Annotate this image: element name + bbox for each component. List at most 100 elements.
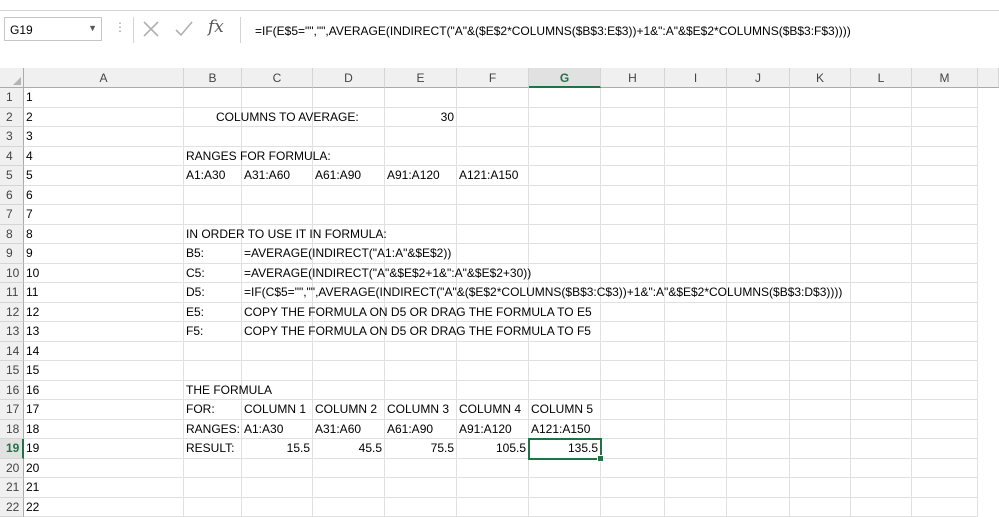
cell-h18[interactable] bbox=[601, 420, 665, 440]
cell-l14[interactable] bbox=[851, 342, 912, 362]
cell-m15[interactable] bbox=[912, 361, 978, 381]
cell-c22[interactable] bbox=[242, 498, 313, 517]
cell-a19[interactable] bbox=[24, 439, 184, 459]
cell-j7[interactable] bbox=[727, 205, 790, 225]
cell-j22[interactable] bbox=[727, 498, 790, 517]
cell-c15[interactable] bbox=[242, 361, 313, 381]
cell-g16[interactable] bbox=[529, 381, 601, 401]
cell-i6[interactable] bbox=[665, 186, 727, 206]
cell-i16[interactable] bbox=[665, 381, 727, 401]
cell-c6[interactable] bbox=[242, 186, 313, 206]
cell-l10[interactable] bbox=[851, 264, 912, 284]
cell-m11[interactable] bbox=[912, 283, 978, 303]
cell-l6[interactable] bbox=[851, 186, 912, 206]
cell-d14[interactable] bbox=[313, 342, 385, 362]
cell-e7[interactable] bbox=[385, 205, 457, 225]
cell-h16[interactable] bbox=[601, 381, 665, 401]
cell-j4[interactable] bbox=[727, 147, 790, 167]
cell-g21[interactable] bbox=[529, 478, 601, 498]
column-header-c[interactable]: C bbox=[242, 68, 313, 88]
cell-d20[interactable] bbox=[313, 459, 385, 479]
cell-j18[interactable] bbox=[727, 420, 790, 440]
column-header-j[interactable]: J bbox=[727, 68, 790, 88]
cell-i12[interactable] bbox=[665, 303, 727, 323]
cell-d15[interactable] bbox=[313, 361, 385, 381]
cell-h7[interactable] bbox=[601, 205, 665, 225]
cell-i13[interactable] bbox=[665, 322, 727, 342]
row-header-20[interactable]: 20 bbox=[0, 459, 24, 479]
row-header-16[interactable]: 16 bbox=[0, 381, 24, 401]
cell-a21[interactable] bbox=[24, 478, 184, 498]
row-header-10[interactable]: 10 bbox=[0, 264, 24, 284]
cell-a7[interactable] bbox=[24, 205, 184, 225]
cell-l1[interactable] bbox=[851, 88, 912, 108]
column-header-b[interactable]: B bbox=[184, 68, 242, 88]
cell-h8[interactable] bbox=[601, 225, 665, 245]
vertical-dots-icon[interactable]: ⋮ bbox=[114, 21, 126, 33]
cell-a18[interactable] bbox=[24, 420, 184, 440]
cell-f4[interactable] bbox=[457, 147, 529, 167]
row-header-15[interactable]: 15 bbox=[0, 361, 24, 381]
cell-l5[interactable] bbox=[851, 166, 912, 186]
cell-i1[interactable] bbox=[665, 88, 727, 108]
cell-l4[interactable] bbox=[851, 147, 912, 167]
cell-i8[interactable] bbox=[665, 225, 727, 245]
cell-m2[interactable] bbox=[912, 108, 978, 128]
cell-g8[interactable] bbox=[529, 225, 601, 245]
cell-a12[interactable] bbox=[24, 303, 184, 323]
cell-d3[interactable] bbox=[313, 127, 385, 147]
cell-g1[interactable] bbox=[529, 88, 601, 108]
cell-j9[interactable] bbox=[727, 244, 790, 264]
cell-a16[interactable] bbox=[24, 381, 184, 401]
cell-g4[interactable] bbox=[529, 147, 601, 167]
cell-l20[interactable] bbox=[851, 459, 912, 479]
cancel-icon[interactable] bbox=[140, 17, 162, 41]
row-header-1[interactable]: 1 bbox=[0, 88, 24, 108]
cell-g10[interactable] bbox=[529, 264, 601, 284]
cell-h21[interactable] bbox=[601, 478, 665, 498]
column-header-a[interactable]: A bbox=[24, 68, 184, 88]
row-header-19[interactable]: 19 bbox=[0, 439, 24, 459]
cell-k6[interactable] bbox=[790, 186, 851, 206]
cell-h15[interactable] bbox=[601, 361, 665, 381]
cell-i21[interactable] bbox=[665, 478, 727, 498]
cell-j6[interactable] bbox=[727, 186, 790, 206]
cell-h19[interactable] bbox=[601, 439, 665, 459]
cell-g20[interactable] bbox=[529, 459, 601, 479]
cell-b20[interactable] bbox=[184, 459, 242, 479]
cell-f21[interactable] bbox=[457, 478, 529, 498]
cell-l21[interactable] bbox=[851, 478, 912, 498]
cell-m17[interactable] bbox=[912, 400, 978, 420]
cell-m13[interactable] bbox=[912, 322, 978, 342]
cell-d21[interactable] bbox=[313, 478, 385, 498]
cell-m18[interactable] bbox=[912, 420, 978, 440]
cell-f16[interactable] bbox=[457, 381, 529, 401]
cell-b3[interactable] bbox=[184, 127, 242, 147]
cell-d6[interactable] bbox=[313, 186, 385, 206]
cell-m5[interactable] bbox=[912, 166, 978, 186]
cell-i10[interactable] bbox=[665, 264, 727, 284]
cell-m16[interactable] bbox=[912, 381, 978, 401]
cell-k1[interactable] bbox=[790, 88, 851, 108]
cell-i22[interactable] bbox=[665, 498, 727, 517]
cell-g3[interactable] bbox=[529, 127, 601, 147]
cell-a1[interactable] bbox=[24, 88, 184, 108]
row-header-21[interactable]: 21 bbox=[0, 478, 24, 498]
cell-h9[interactable] bbox=[601, 244, 665, 264]
cell-f7[interactable] bbox=[457, 205, 529, 225]
cell-k17[interactable] bbox=[790, 400, 851, 420]
cell-a6[interactable] bbox=[24, 186, 184, 206]
cell-l12[interactable] bbox=[851, 303, 912, 323]
cell-m10[interactable] bbox=[912, 264, 978, 284]
column-header-d[interactable]: D bbox=[313, 68, 385, 88]
cell-k8[interactable] bbox=[790, 225, 851, 245]
cell-a3[interactable] bbox=[24, 127, 184, 147]
cell-b7[interactable] bbox=[184, 205, 242, 225]
cell-l17[interactable] bbox=[851, 400, 912, 420]
cell-j20[interactable] bbox=[727, 459, 790, 479]
cell-f15[interactable] bbox=[457, 361, 529, 381]
cell-h10[interactable] bbox=[601, 264, 665, 284]
row-header-7[interactable]: 7 bbox=[0, 205, 24, 225]
cell-h12[interactable] bbox=[601, 303, 665, 323]
cell-k7[interactable] bbox=[790, 205, 851, 225]
